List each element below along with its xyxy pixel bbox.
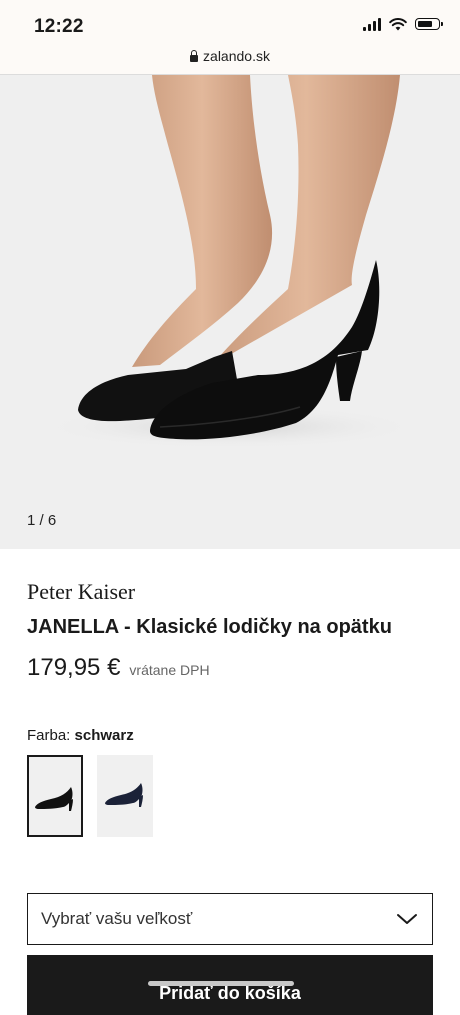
product-image-carousel[interactable]: 1 / 6 [0,75,460,549]
clock: 12:22 [34,16,84,37]
image-counter: 1 / 6 [27,512,57,529]
color-swatch-schwarz[interactable] [27,755,83,837]
size-select[interactable]: Vybrať vašu veľkosť [27,893,433,945]
price-row: 179,95 € vrátane DPH [27,654,210,682]
size-select-placeholder: Vybrať vašu veľkosť [41,909,193,928]
price: 179,95 € [27,654,121,681]
wifi-icon [389,18,407,31]
signal-icon [363,17,381,31]
status-icons [363,17,443,31]
product-photo [40,75,420,449]
color-label-text: Farba: [27,727,71,744]
color-label: Farba: schwarz [27,727,134,744]
color-swatch-navy[interactable] [97,755,153,837]
product-title: JANELLA - Klasické lodičky na opätku [27,616,392,638]
brand-name[interactable]: Peter Kaiser [27,579,135,605]
battery-icon [415,18,443,30]
url-text: zalando.sk [203,48,270,64]
shoe-thumbnail [105,783,143,807]
lock-icon [190,50,199,62]
selected-color: schwarz [74,727,134,744]
home-indicator [148,981,294,986]
url-bar[interactable]: zalando.sk [0,48,460,64]
chevron-down-icon [396,912,418,926]
status-bar: 12:22 zalando.sk [0,0,460,75]
vat-note: vrátane DPH [129,662,210,678]
shoe-thumbnail [35,787,73,811]
color-swatches [27,755,153,837]
